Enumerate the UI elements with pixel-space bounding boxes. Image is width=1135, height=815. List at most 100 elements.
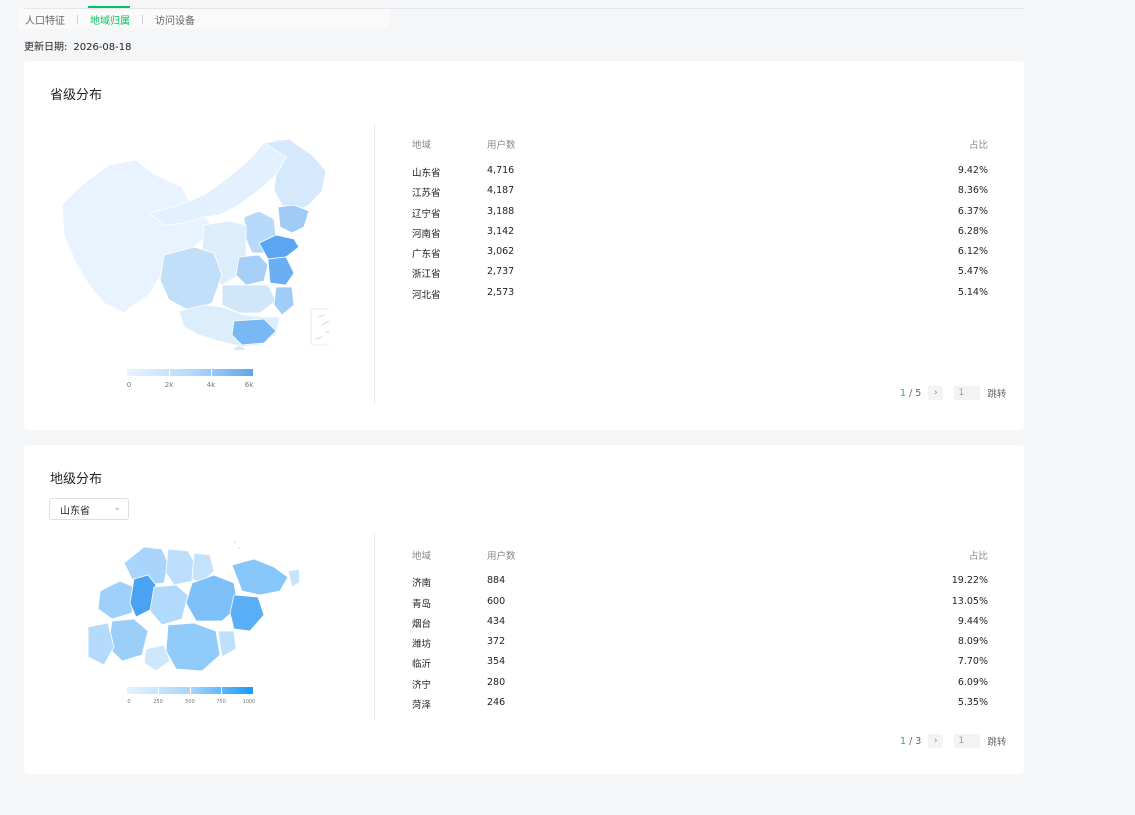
pager-current: 1 — [900, 387, 907, 399]
cell-region: 济南 — [412, 578, 432, 589]
table-row: 广东省 3,062 6.12% — [412, 246, 988, 260]
cell-region: 山东省 — [412, 168, 441, 179]
card-title: 地级分布 — [50, 472, 103, 487]
pager-jump-button[interactable]: 跳转 — [987, 734, 1006, 748]
header-region: 地域 — [412, 140, 432, 151]
south-china-sea-inset — [310, 308, 329, 346]
pager-next-button[interactable]: › — [928, 386, 944, 400]
pager-page-input[interactable] — [954, 386, 981, 400]
cell-region: 青岛 — [412, 599, 432, 610]
table-row: 山东省 4,716 9.42% — [412, 165, 988, 179]
cell-region: 辽宁省 — [412, 209, 441, 220]
city-distribution-card: 地级分布 山东省 ⌄ 0 250 500 750 1000 地域 用户数 占比 … — [24, 445, 1024, 774]
card-divider — [374, 123, 375, 405]
chevron-right-icon: › — [934, 736, 938, 746]
header-region: 地域 — [412, 551, 432, 562]
cell-region: 河南省 — [412, 229, 441, 240]
legend-label: 0 — [127, 699, 131, 705]
cell-users: 3,142 — [487, 226, 515, 237]
legend-label: 0 — [126, 381, 132, 389]
cell-users: 354 — [487, 656, 506, 667]
map-region-sichuan — [159, 246, 223, 312]
cell-users: 4,716 — [487, 165, 515, 176]
cell-region: 济宁 — [412, 680, 432, 691]
cell-region: 河北省 — [412, 290, 441, 301]
map-city-linyi — [165, 622, 221, 672]
province-select[interactable]: 山东省 ⌄ — [49, 498, 129, 520]
legend-label: 6k — [244, 381, 254, 389]
table-row: 潍坊 372 8.09% — [412, 636, 988, 650]
legend-label: 750 — [216, 699, 226, 705]
pager-total: / 5 — [909, 387, 922, 399]
header-ratio: 占比 — [968, 140, 988, 151]
pager-next-button[interactable]: › — [928, 734, 944, 748]
subnav-divider — [77, 14, 78, 24]
legend-tick — [211, 369, 212, 376]
legend-label: 2k — [164, 381, 174, 389]
map-city-weihai — [287, 568, 299, 588]
map-city-liaocheng — [97, 580, 135, 620]
update-date: 更新日期: 2026-08-18 — [24, 38, 132, 53]
cell-ratio: 8.09% — [957, 636, 988, 647]
cell-ratio: 6.28% — [957, 226, 988, 237]
map-region-zhejiang — [273, 286, 295, 316]
table-row: 临沂 354 7.70% — [412, 656, 988, 670]
cell-ratio: 8.36% — [957, 185, 988, 196]
cell-users: 246 — [487, 697, 506, 708]
map-region-anhui-hubei — [221, 284, 277, 314]
header-users: 用户数 — [487, 140, 516, 151]
legend-label: 500 — [185, 699, 195, 705]
top-tab-strip — [24, 0, 1024, 9]
cell-ratio: 9.42% — [957, 165, 988, 176]
cell-users: 3,062 — [487, 246, 515, 257]
pager-page-input[interactable] — [954, 734, 981, 748]
table-row: 济南 884 19.22% — [412, 575, 988, 589]
province-table: 地域 用户数 占比 山东省 4,716 9.42% 江苏省 4,187 8.36… — [412, 137, 988, 307]
province-distribution-card: 省级分布 0 2k 4k 6k 地域 用户数 占比 山东省 4,716 9.42… — [24, 61, 1024, 430]
table-row: 河北省 2,573 5.14% — [412, 287, 988, 301]
table-header: 地域 用户数 占比 — [412, 548, 988, 562]
map-city-binzhou — [165, 548, 197, 586]
map-city-yantai — [231, 558, 289, 596]
map-region-henan — [235, 254, 269, 286]
map-city-zibo-taian — [149, 584, 189, 626]
pager-current: 1 — [900, 735, 907, 747]
table-row: 江苏省 4,187 8.36% — [412, 185, 988, 199]
cell-ratio: 6.12% — [957, 246, 988, 257]
subnav-item-devices[interactable]: 访问设备 — [155, 12, 195, 27]
cell-users: 434 — [487, 616, 506, 627]
table-header: 地域 用户数 占比 — [412, 137, 988, 151]
update-date-value: 2026-08-18 — [73, 42, 132, 53]
cell-region: 烟台 — [412, 619, 432, 630]
legend-label: 250 — [153, 699, 163, 705]
cell-users: 3,188 — [487, 206, 515, 217]
table-row: 青岛 600 13.05% — [412, 596, 988, 610]
cell-users: 2,737 — [487, 266, 515, 277]
map-city-qingdao — [229, 594, 265, 632]
cell-ratio: 5.14% — [957, 287, 988, 298]
card-title: 省级分布 — [50, 88, 103, 103]
card-divider — [374, 533, 375, 720]
cell-region: 菏泽 — [412, 700, 432, 711]
table-row: 河南省 3,142 6.28% — [412, 226, 988, 240]
header-ratio: 占比 — [968, 551, 988, 562]
cell-region: 江苏省 — [412, 188, 441, 199]
sub-navigation: 人口特征 地域归属 访问设备 — [18, 9, 389, 29]
cell-ratio: 13.05% — [951, 596, 988, 607]
city-pagination: 1 / 3 › 跳转 — [900, 734, 1006, 748]
map-city-jining — [107, 618, 149, 662]
province-pagination: 1 / 5 › 跳转 — [900, 386, 1006, 400]
table-row: 济宁 280 6.09% — [412, 677, 988, 691]
map-region-jiangsu — [267, 256, 295, 286]
cell-users: 2,573 — [487, 287, 515, 298]
legend-label: 4k — [206, 381, 216, 389]
chevron-right-icon: › — [934, 388, 938, 398]
cell-ratio: 19.22% — [951, 575, 988, 586]
city-map-legend: 0 250 500 750 1000 — [127, 687, 255, 709]
pager-jump-button[interactable]: 跳转 — [987, 386, 1006, 400]
subnav-item-region[interactable]: 地域归属 — [90, 12, 130, 27]
active-tab-indicator — [88, 6, 130, 8]
cell-ratio: 5.35% — [957, 697, 988, 708]
cell-users: 600 — [487, 596, 506, 607]
subnav-item-demographics[interactable]: 人口特征 — [25, 12, 65, 27]
